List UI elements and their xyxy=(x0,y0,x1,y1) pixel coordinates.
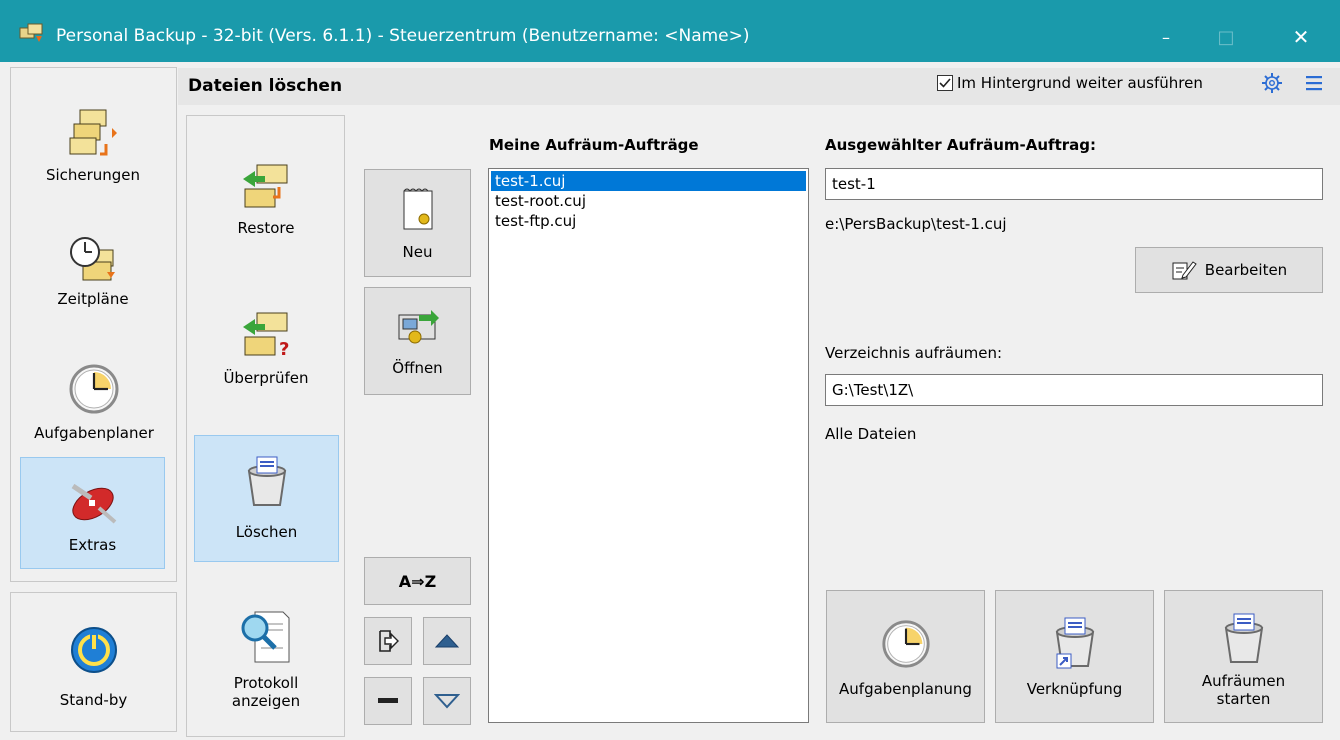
nav-zeitplaene[interactable]: Zeitpläne xyxy=(22,222,164,322)
dir-label: Verzeichnis aufräumen: xyxy=(825,344,1003,362)
subnav-label: Überprüfen xyxy=(223,369,309,387)
selected-job-heading: Ausgewählter Aufräum-Auftrag: xyxy=(825,136,1096,154)
subnav-ueberpruefen[interactable]: ? Überprüfen xyxy=(194,295,338,395)
log-magnifier-icon xyxy=(241,611,290,663)
remove-button[interactable] xyxy=(364,677,412,725)
title-bar: Personal Backup - 32-bit (Vers. 6.1.1) -… xyxy=(0,0,1340,62)
close-button[interactable]: ✕ xyxy=(1272,12,1330,62)
minimize-icon: – xyxy=(1162,27,1170,47)
arrow-down-icon xyxy=(434,694,460,709)
open-file-icon xyxy=(398,310,439,344)
restore-icon xyxy=(243,164,288,208)
clock-icon xyxy=(881,620,930,668)
close-icon: ✕ xyxy=(1292,25,1310,49)
minimize-button[interactable]: – xyxy=(1137,12,1195,62)
move-down-button[interactable] xyxy=(423,677,471,725)
window-title: Personal Backup - 32-bit (Vers. 6.1.1) -… xyxy=(56,26,750,46)
protokoll-label-line2: anzeigen xyxy=(231,692,301,710)
schedule-clock-icon xyxy=(70,237,115,281)
start-cleanup-label-line1: Aufräumen xyxy=(1201,672,1286,690)
schedule-task-label: Aufgabenplanung xyxy=(839,680,972,698)
protokoll-label-line1: Protokoll xyxy=(233,674,299,692)
files-filter-text: Alle Dateien xyxy=(825,425,917,443)
trash-bin-icon xyxy=(1224,613,1263,663)
page-title: Dateien löschen xyxy=(188,76,343,96)
move-up-button[interactable] xyxy=(423,617,471,665)
nav-extras[interactable]: Extras xyxy=(20,457,165,569)
shortcut-button[interactable]: Verknüpfung xyxy=(995,590,1154,723)
jobs-heading: Meine Aufräum-Aufträge xyxy=(489,136,699,154)
dir-value: G:\Test\1Z\ xyxy=(832,381,914,399)
import-button[interactable] xyxy=(364,617,412,665)
list-item[interactable]: test-1.cuj xyxy=(491,171,806,191)
subnav-protokoll[interactable]: Protokoll anzeigen xyxy=(194,590,338,710)
subnav-restore[interactable]: Restore xyxy=(194,145,338,245)
nav-label: Sicherungen xyxy=(45,166,141,184)
app-icon xyxy=(18,22,46,44)
power-icon xyxy=(70,627,117,673)
standby-button[interactable]: Stand-by xyxy=(10,592,177,732)
list-item[interactable]: test-ftp.cuj xyxy=(491,211,806,231)
job-name-value: test-1 xyxy=(832,175,876,193)
arrow-up-icon xyxy=(434,634,460,648)
new-document-icon xyxy=(403,188,432,230)
schedule-task-button[interactable]: Aufgabenplanung xyxy=(826,590,985,723)
verify-icon: ? xyxy=(243,312,289,360)
background-checkbox[interactable]: Im Hintergrund weiter ausführen xyxy=(937,74,1203,92)
list-item[interactable]: test-root.cuj xyxy=(491,191,806,211)
maximize-button[interactable]: □ xyxy=(1197,12,1255,62)
job-file-path: e:\PersBackup\test-1.cuj xyxy=(825,215,1007,233)
swiss-knife-icon xyxy=(71,483,116,524)
import-arrow-icon xyxy=(379,630,399,652)
maximize-icon: □ xyxy=(1217,26,1235,48)
open-button[interactable]: Öffnen xyxy=(364,287,471,395)
start-cleanup-label-line2: starten xyxy=(1216,690,1271,708)
dir-field[interactable]: G:\Test\1Z\ xyxy=(825,374,1323,406)
nav-aufgabenplaner[interactable]: Aufgabenplaner xyxy=(14,352,174,442)
hamburger-menu-icon[interactable] xyxy=(1304,73,1324,93)
sort-button[interactable]: A⇒Z xyxy=(364,557,471,605)
edit-button-label: Bearbeiten xyxy=(1204,261,1288,279)
nav-label: Zeitpläne xyxy=(57,290,129,308)
nav-sicherungen[interactable]: Sicherungen xyxy=(22,92,164,192)
nav-label: Aufgabenplaner xyxy=(34,424,154,442)
job-name-field[interactable]: test-1 xyxy=(825,168,1323,200)
checkbox-checked-icon xyxy=(937,75,953,91)
shortcut-label: Verknüpfung xyxy=(1026,680,1123,698)
trash-bin-icon xyxy=(247,456,286,506)
background-checkbox-label: Im Hintergrund weiter ausführen xyxy=(957,74,1203,92)
svg-text:?: ? xyxy=(279,339,289,360)
nav-label: Extras xyxy=(68,536,117,554)
backup-folders-icon xyxy=(69,109,117,156)
jobs-listbox[interactable]: test-1.cuj test-root.cuj test-ftp.cuj xyxy=(488,168,809,723)
subnav-loeschen[interactable]: Löschen xyxy=(194,435,339,562)
edit-pencil-icon xyxy=(1172,261,1197,280)
subnav-label: Restore xyxy=(237,219,295,237)
minus-icon xyxy=(378,698,398,703)
sort-az-label: A⇒Z xyxy=(398,571,437,591)
edit-button[interactable]: Bearbeiten xyxy=(1135,247,1323,293)
trash-shortcut-icon xyxy=(1055,617,1094,669)
clock-icon xyxy=(69,364,119,414)
new-button[interactable]: Neu xyxy=(364,169,471,277)
standby-label: Stand-by xyxy=(59,691,128,709)
settings-gear-icon[interactable] xyxy=(1260,71,1284,95)
start-cleanup-button[interactable]: Aufräumen starten xyxy=(1164,590,1323,723)
open-button-label: Öffnen xyxy=(392,359,443,377)
new-button-label: Neu xyxy=(402,243,433,261)
subnav-label: Löschen xyxy=(235,523,298,541)
